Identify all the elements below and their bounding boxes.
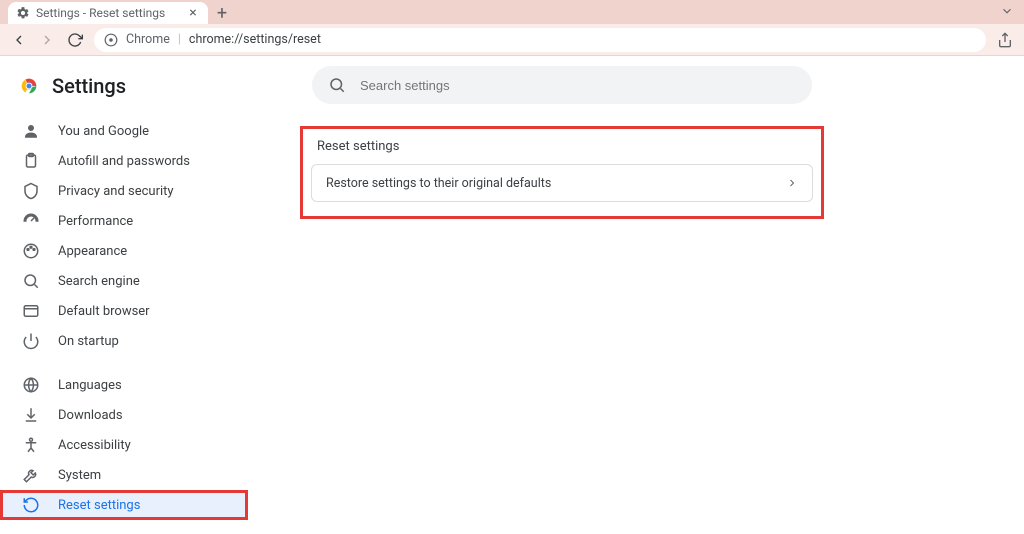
sidebar-item-label: Appearance: [58, 244, 127, 259]
sidebar-item-appearance[interactable]: Appearance: [0, 236, 248, 266]
back-button[interactable]: [10, 31, 28, 49]
tab-title: Settings - Reset settings: [36, 6, 180, 20]
sidebar-item-search-engine[interactable]: Search engine: [0, 266, 248, 296]
tabs-overflow-chevron[interactable]: [1000, 4, 1014, 18]
share-icon[interactable]: [996, 31, 1014, 49]
sidebar-item-label: Default browser: [58, 304, 150, 319]
sidebar-item-default-browser[interactable]: Default browser: [0, 296, 248, 326]
search-input[interactable]: [360, 78, 796, 93]
sidebar-item-label: Accessibility: [58, 438, 131, 453]
site-info-icon[interactable]: [104, 33, 118, 47]
address-bar[interactable]: Chrome | chrome://settings/reset: [94, 28, 986, 52]
app-header: Settings: [0, 68, 248, 116]
search-icon: [22, 272, 40, 290]
sidebar-item-downloads[interactable]: Downloads: [0, 400, 248, 430]
sidebar-item-label: You and Google: [58, 124, 149, 139]
sidebar-item-label: Downloads: [58, 408, 123, 423]
sidebar-item-languages[interactable]: Languages: [0, 370, 248, 400]
gear-icon: [16, 6, 30, 20]
settings-content: Settings You and Google Autofill and pas…: [0, 56, 1024, 512]
reload-button[interactable]: [66, 31, 84, 49]
card-title: Reset settings: [311, 135, 813, 164]
wrench-icon: [22, 466, 40, 484]
new-tab-button[interactable]: +: [208, 2, 236, 24]
sidebar-item-label: Search engine: [58, 274, 140, 289]
sidebar-item-privacy[interactable]: Privacy and security: [0, 176, 248, 206]
sidebar-item-label: On startup: [58, 334, 119, 349]
browser-tab[interactable]: Settings - Reset settings ×: [8, 2, 208, 24]
accessibility-icon: [22, 436, 40, 454]
row-label: Restore settings to their original defau…: [326, 176, 551, 191]
restore-icon: [22, 496, 40, 514]
sidebar-item-label: Autofill and passwords: [58, 154, 190, 169]
sidebar-item-label: Reset settings: [58, 498, 140, 513]
sidebar-item-performance[interactable]: Performance: [0, 206, 248, 236]
reset-settings-card: Reset settings Restore settings to their…: [300, 126, 824, 219]
chrome-logo-icon: [18, 75, 40, 97]
settings-search[interactable]: [312, 66, 812, 104]
chevron-right-icon: [786, 177, 798, 189]
sidebar-item-label: Performance: [58, 214, 133, 229]
search-icon: [328, 76, 346, 94]
globe-icon: [22, 376, 40, 394]
clipboard-icon: [22, 152, 40, 170]
forward-button[interactable]: [38, 31, 56, 49]
address-url: chrome://settings/reset: [189, 32, 321, 47]
tab-strip: Settings - Reset settings × +: [0, 0, 1024, 24]
speedometer-icon: [22, 212, 40, 230]
person-icon: [22, 122, 40, 140]
shield-icon: [22, 182, 40, 200]
main-panel: Reset settings Restore settings to their…: [248, 56, 1024, 512]
palette-icon: [22, 242, 40, 260]
address-zone: Chrome: [126, 32, 170, 47]
sidebar-item-label: Languages: [58, 378, 122, 393]
sidebar: Settings You and Google Autofill and pas…: [0, 56, 248, 512]
sidebar-nav: You and Google Autofill and passwords Pr…: [0, 116, 248, 534]
sidebar-item-label: Privacy and security: [58, 184, 174, 199]
sidebar-item-accessibility[interactable]: Accessibility: [0, 430, 248, 460]
address-separator: |: [178, 32, 181, 47]
close-icon[interactable]: ×: [186, 6, 200, 20]
sidebar-item-reset-settings[interactable]: Reset settings: [0, 490, 248, 520]
sidebar-item-autofill[interactable]: Autofill and passwords: [0, 146, 248, 176]
power-icon: [22, 332, 40, 350]
sidebar-item-system[interactable]: System: [0, 460, 248, 490]
restore-defaults-row[interactable]: Restore settings to their original defau…: [311, 164, 813, 202]
sidebar-item-you-and-google[interactable]: You and Google: [0, 116, 248, 146]
sidebar-item-label: System: [58, 468, 101, 483]
app-title: Settings: [52, 74, 126, 98]
download-icon: [22, 406, 40, 424]
sidebar-item-on-startup[interactable]: On startup: [0, 326, 248, 356]
browser-window-icon: [22, 302, 40, 320]
browser-toolbar: Chrome | chrome://settings/reset: [0, 24, 1024, 56]
